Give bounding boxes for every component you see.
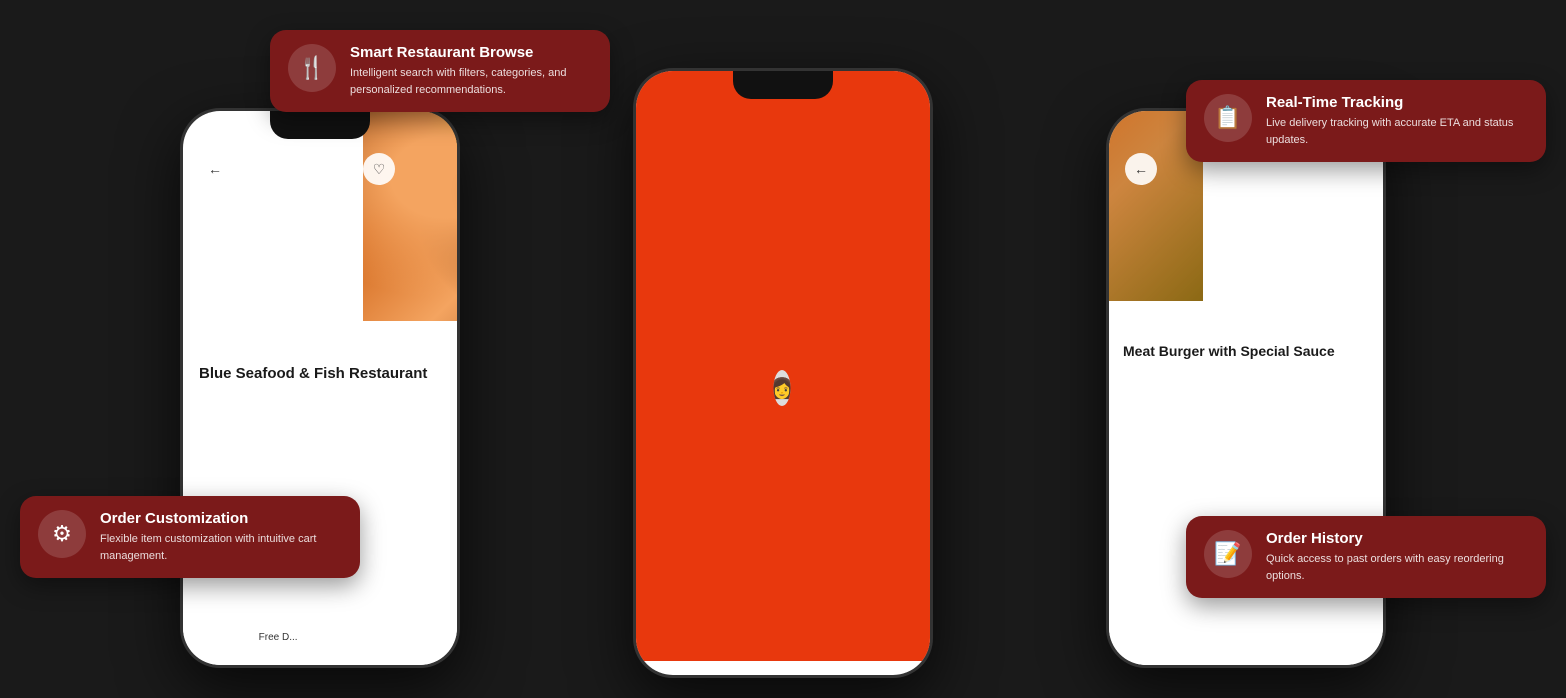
tooltip-smart-browse-title: Smart Restaurant Browse <box>350 44 592 61</box>
back-button-left[interactable]: ← <box>199 153 231 185</box>
tooltip-order-history-desc: Quick access to past orders with easy re… <box>1266 551 1528 584</box>
tooltip-order-history-icon: 📝 <box>1204 530 1252 578</box>
tooltip-smart-browse-text: Smart Restaurant Browse Intelligent sear… <box>350 44 592 98</box>
tooltip-smart-browse-icon: 🍴 <box>288 44 336 92</box>
app-header-center: ≡ Home 👩 Delivery to Alabama, USA ▾ 🔍 Se… <box>636 71 930 661</box>
tooltip-smart-browse: 🍴 Smart Restaurant Browse Intelligent se… <box>270 30 610 112</box>
tooltip-order-customization: ⚙ Order Customization Flexible item cust… <box>20 496 360 578</box>
phone-center-notch <box>733 71 833 99</box>
tooltip-order-history-text: Order History Quick access to past order… <box>1266 530 1528 584</box>
back-button-right[interactable]: ← <box>1125 153 1157 185</box>
tooltip-real-time-icon: 📋 <box>1204 94 1252 142</box>
free-delivery-info: Free D... End: 3... <box>259 632 457 666</box>
phone-left-screen: ← ♡ Blue Seafood & Fish Restaurant 📍 532… <box>183 111 457 665</box>
tooltip-order-custom-text: Order Customization Flexible item custom… <box>100 510 342 564</box>
tooltip-order-history: 📝 Order History Quick access to past ord… <box>1186 516 1546 598</box>
tooltip-order-history-title: Order History <box>1266 530 1528 547</box>
tooltip-real-time-desc: Live delivery tracking with accurate ETA… <box>1266 115 1528 148</box>
tooltip-smart-browse-desc: Intelligent search with filters, categor… <box>350 65 592 98</box>
phone-left-notch <box>270 111 370 139</box>
food-image-left <box>363 111 457 321</box>
tooltip-real-time-title: Real-Time Tracking <box>1266 94 1528 111</box>
header-row-center: ≡ Home 👩 <box>636 83 799 675</box>
tooltip-real-time: 📋 Real-Time Tracking Live delivery track… <box>1186 80 1546 162</box>
tooltip-order-custom-desc: Flexible item customization with intuiti… <box>100 531 342 564</box>
favorite-button-left[interactable]: ♡ <box>363 153 395 185</box>
user-avatar-center[interactable]: 👩 <box>774 370 791 406</box>
burger-name-right: Meat Burger with Special Sauce <box>1123 343 1383 665</box>
phone-center-screen: ≡ Home 👩 Delivery to Alabama, USA ▾ 🔍 Se… <box>636 71 930 675</box>
free-delivery-text: Free D... <box>259 632 457 666</box>
burger-info-right: Meat Burger with Special Sauce 15–20 min… <box>1109 331 1383 665</box>
tooltip-order-custom-icon: ⚙ <box>38 510 86 558</box>
tooltip-real-time-text: Real-Time Tracking Live delivery trackin… <box>1266 94 1528 148</box>
header-title-center: Home <box>636 83 711 675</box>
phone-center: ≡ Home 👩 Delivery to Alabama, USA ▾ 🔍 Se… <box>633 68 933 678</box>
phone-left: ← ♡ Blue Seafood & Fish Restaurant 📍 532… <box>180 108 460 668</box>
tooltip-order-custom-title: Order Customization <box>100 510 342 527</box>
